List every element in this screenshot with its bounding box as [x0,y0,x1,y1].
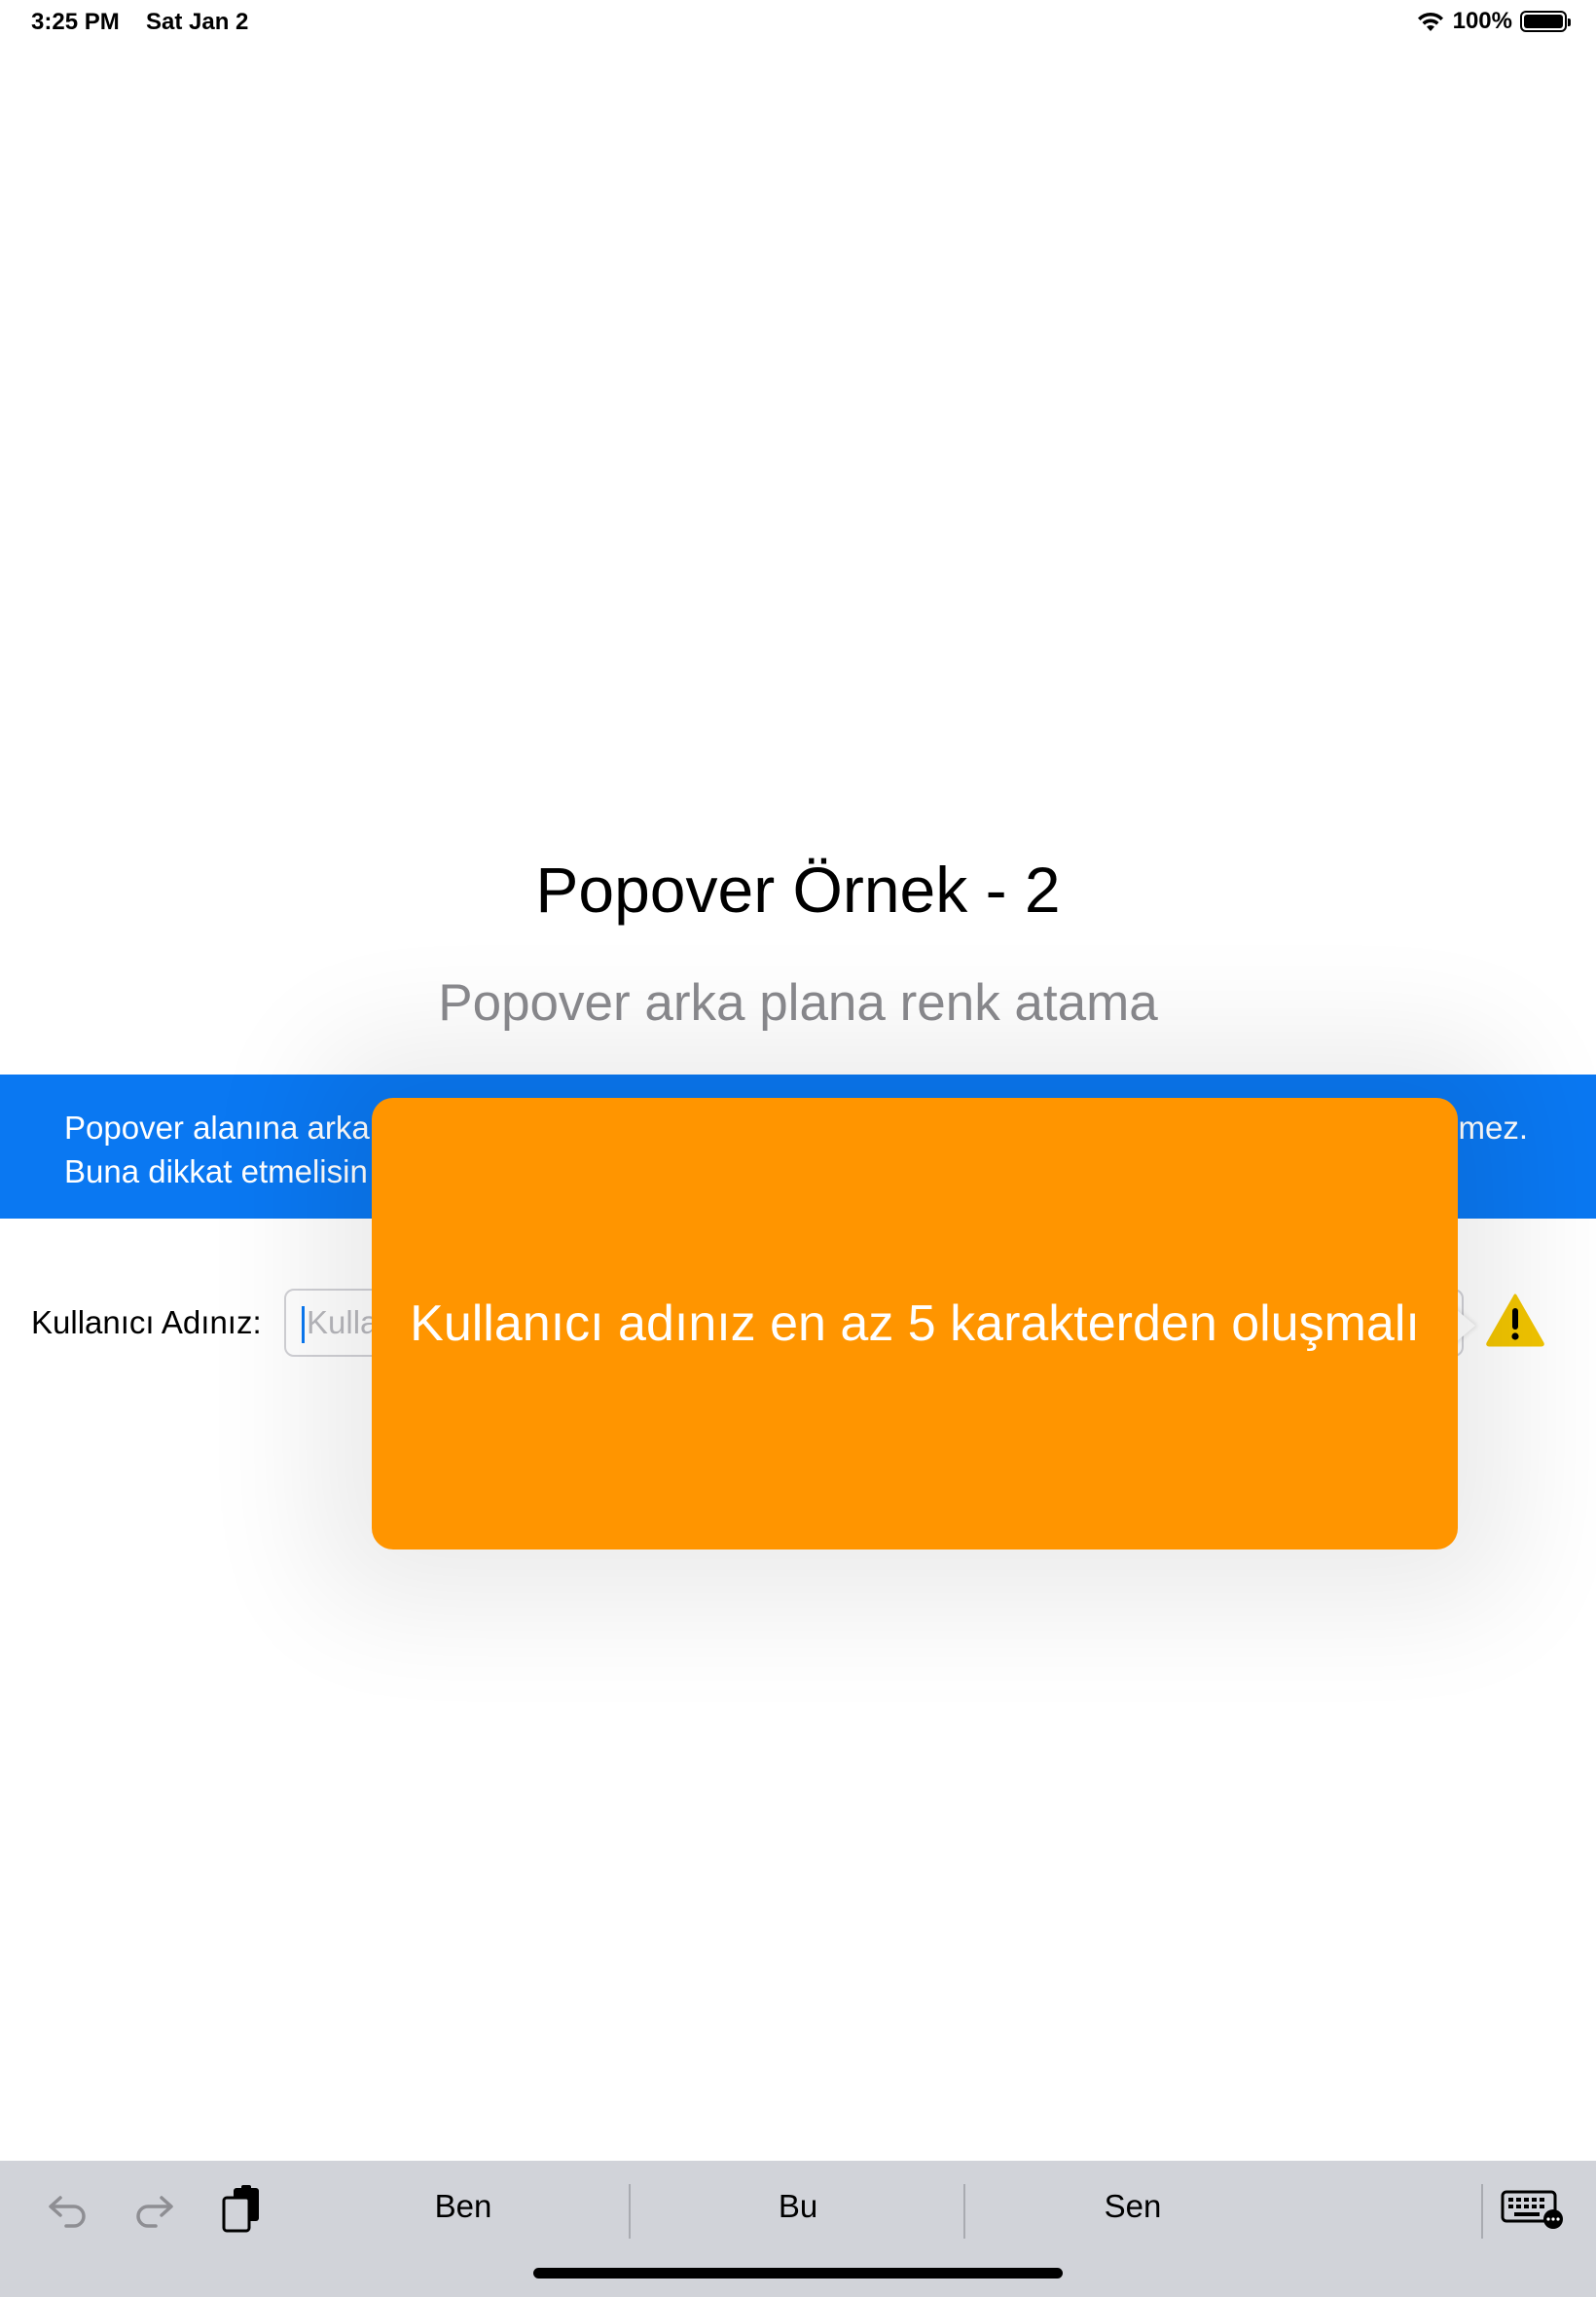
redo-icon[interactable] [127,2182,181,2237]
suggestion-1[interactable]: Ben [298,2188,629,2225]
paste-icon[interactable] [214,2182,269,2237]
keyboard-icon[interactable] [1499,2182,1567,2237]
suggestion-separator [629,2184,631,2239]
home-indicator [533,2268,1063,2279]
status-date: Sat Jan 2 [146,9,249,35]
username-placeholder: Kulla [307,1304,379,1340]
battery-percent: 100% [1452,8,1512,34]
suggestion-3[interactable]: Sen [967,2188,1298,2225]
info-banner-line1-tail: mez. [1458,1110,1528,1146]
status-time: 3:25 PM [31,9,120,35]
warning-icon[interactable] [1485,1293,1545,1347]
info-banner-line1: Popover alanına arka [64,1110,370,1146]
popover-message: Kullanıcı adınız en az 5 karakterden olu… [410,1295,1420,1352]
username-label: Kullanıcı Adınız: [31,1304,262,1340]
keyboard-separator [1481,2184,1483,2239]
battery-icon [1520,11,1571,32]
undo-icon[interactable] [41,2182,95,2237]
status-bar: 3:25 PM Sat Jan 2 100% [0,0,1596,49]
page-subtitle: Popover arka plana renk atama [438,974,1158,1032]
text-cursor [302,1306,305,1344]
popover[interactable]: Kullanıcı adınız en az 5 karakterden olu… [372,1098,1458,1550]
page-title: Popover Örnek - 2 [535,854,1061,926]
suggestion-2[interactable]: Bu [633,2188,963,2225]
status-indicators: 100% [1416,8,1571,35]
wifi-icon [1417,12,1443,31]
suggestion-separator [963,2184,965,2239]
